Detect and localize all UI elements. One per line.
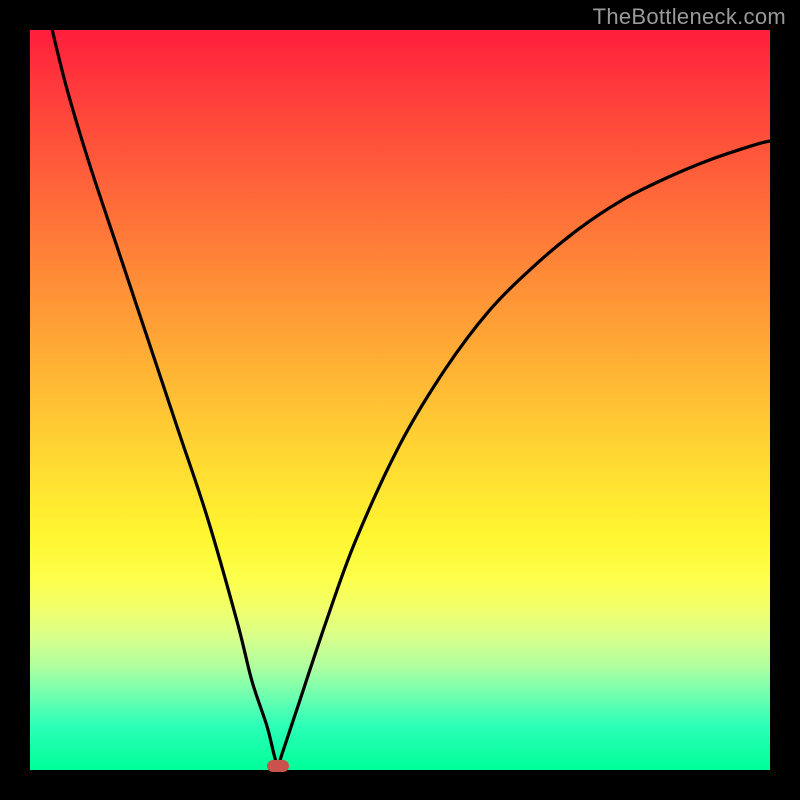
curve-svg [30, 30, 770, 770]
optimum-marker [267, 760, 289, 772]
plot-area [30, 30, 770, 770]
watermark-text: TheBottleneck.com [593, 4, 786, 30]
chart-frame: TheBottleneck.com [0, 0, 800, 800]
bottleneck-curve [52, 30, 770, 766]
